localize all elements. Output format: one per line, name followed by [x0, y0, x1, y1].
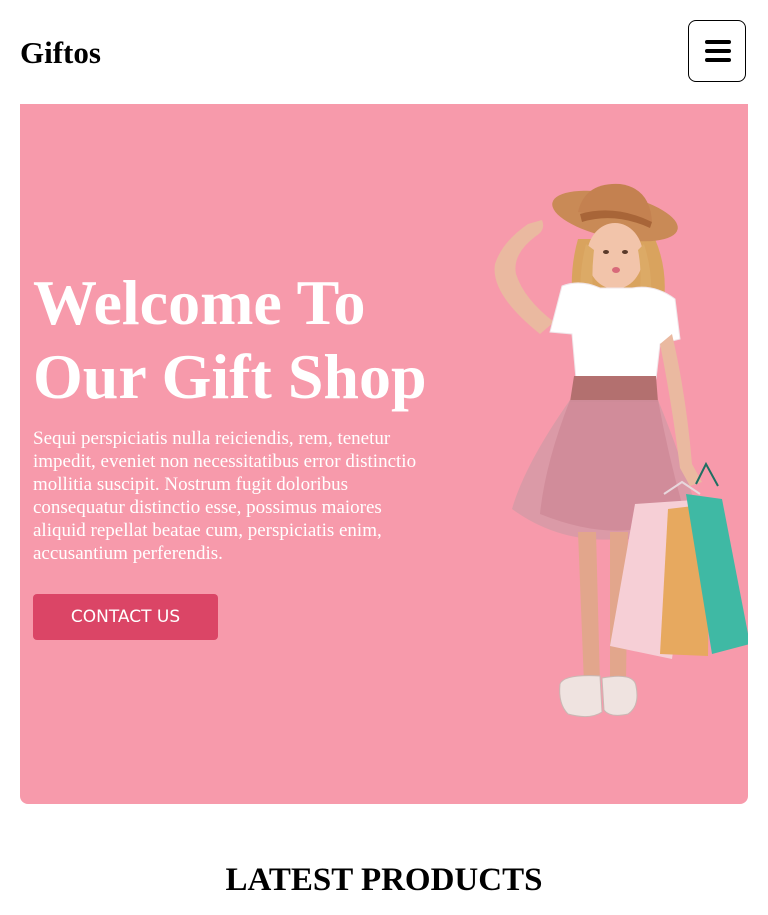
- hero-description: Sequi perspiciatis nulla reiciendis, rem…: [33, 428, 417, 564]
- girl-with-shopping-bags-image: [494, 183, 748, 718]
- brand-logo[interactable]: Giftos: [20, 33, 101, 73]
- contact-us-button[interactable]: CONTACT US: [33, 594, 218, 640]
- menu-toggle-button[interactable]: [688, 20, 746, 82]
- hero-banner: Welcome To Our Gift Shop Sequi perspicia…: [20, 104, 748, 804]
- latest-products-heading: LATEST PRODUCTS: [225, 862, 543, 899]
- hero-title: Welcome To Our Gift Shop: [33, 267, 427, 412]
